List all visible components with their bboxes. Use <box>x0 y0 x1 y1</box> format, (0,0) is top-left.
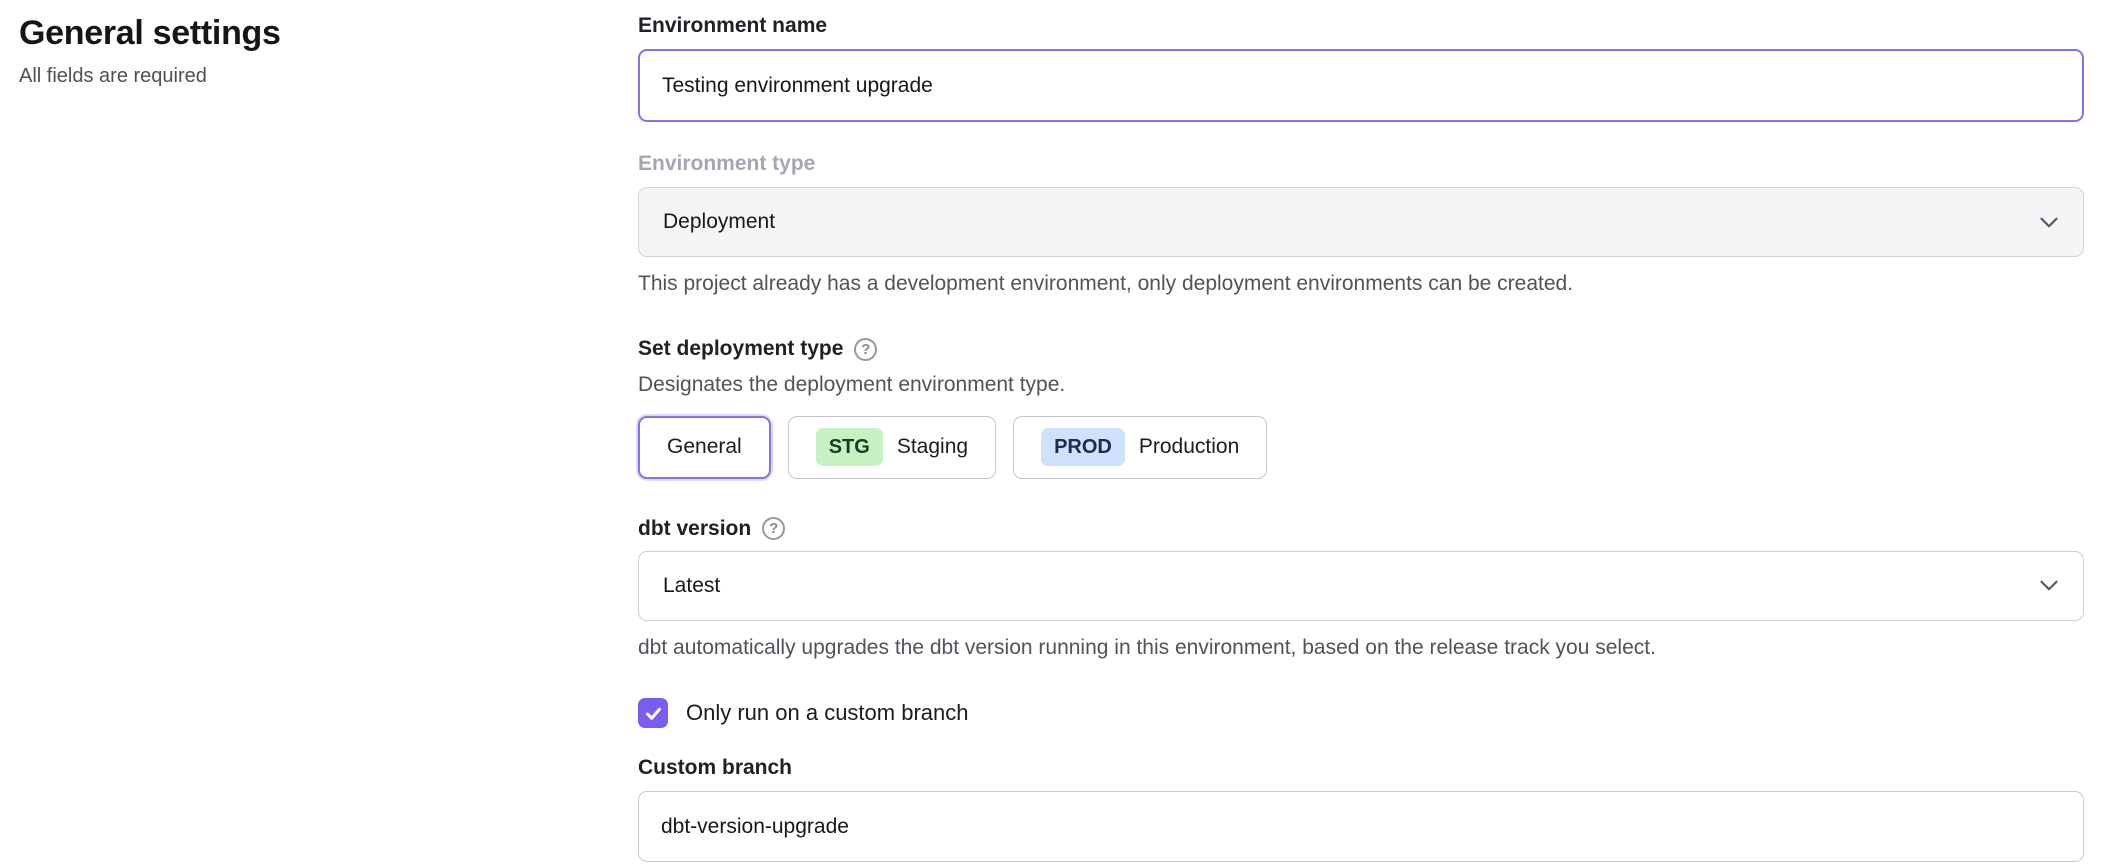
environment-name-group: Environment name <box>638 14 2084 122</box>
environment-settings-form: Environment name Environment type Deploy… <box>638 14 2084 862</box>
staging-badge: STG <box>816 428 883 466</box>
environment-type-selected-value: Deployment <box>663 210 775 234</box>
deployment-type-option-production[interactable]: PROD Production <box>1013 416 1267 479</box>
dbt-version-select[interactable]: Latest <box>638 551 2084 621</box>
chevron-down-icon <box>2039 579 2059 592</box>
page-title: General settings <box>19 14 579 53</box>
custom-branch-checkbox-group: Only run on a custom branch <box>638 698 2084 728</box>
environment-name-input[interactable] <box>638 49 2084 122</box>
page-header: General settings All fields are required <box>19 14 579 88</box>
dbt-version-label: dbt version <box>638 517 751 541</box>
environment-type-group: Environment type Deployment This project… <box>638 152 2084 298</box>
chevron-down-icon <box>2039 216 2059 229</box>
production-badge: PROD <box>1041 428 1125 466</box>
deployment-type-option-general[interactable]: General <box>638 416 771 479</box>
environment-type-helper: This project already has a development e… <box>638 270 2084 298</box>
option-label: Production <box>1139 435 1239 459</box>
help-icon[interactable]: ? <box>762 517 785 540</box>
custom-branch-checkbox-label: Only run on a custom branch <box>686 700 968 726</box>
deployment-type-group: Set deployment type ? Designates the dep… <box>638 337 2084 478</box>
custom-branch-group: Custom branch <box>638 756 2084 862</box>
dbt-version-group: dbt version ? Latest dbt automatically u… <box>638 517 2084 662</box>
deployment-type-option-staging[interactable]: STG Staging <box>788 416 996 479</box>
checkmark-icon <box>644 704 663 723</box>
custom-branch-checkbox[interactable] <box>638 698 668 728</box>
dbt-version-selected-value: Latest <box>663 574 720 598</box>
option-label: Staging <box>897 435 968 459</box>
help-icon[interactable]: ? <box>854 338 877 361</box>
custom-branch-input[interactable] <box>638 791 2084 862</box>
deployment-type-options: General STG Staging PROD Production <box>638 416 2084 479</box>
deployment-type-label: Set deployment type <box>638 337 843 361</box>
environment-type-select[interactable]: Deployment <box>638 187 2084 257</box>
dbt-version-helper: dbt automatically upgrades the dbt versi… <box>638 634 2084 662</box>
environment-name-label: Environment name <box>638 14 2084 38</box>
environment-type-label: Environment type <box>638 152 2084 176</box>
custom-branch-label: Custom branch <box>638 756 2084 780</box>
page-subtitle: All fields are required <box>19 65 579 88</box>
option-label: General <box>667 435 742 459</box>
deployment-type-helper: Designates the deployment environment ty… <box>638 371 2084 399</box>
